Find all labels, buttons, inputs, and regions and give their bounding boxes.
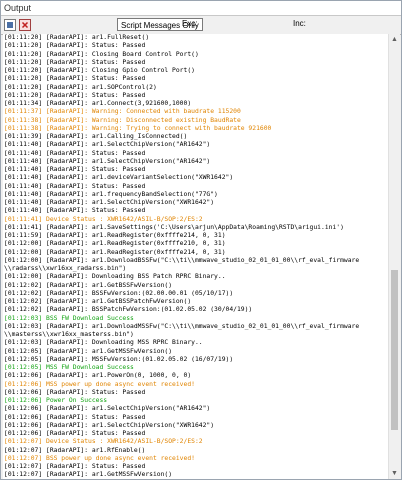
log-line: [01:11:20] [RadarAPI]: Closing Board Con… bbox=[4, 50, 199, 58]
log-line: \\masterss\\xwr16xx_masterss.bin") bbox=[4, 331, 134, 338]
scrollbar-thumb[interactable] bbox=[391, 270, 398, 430]
log-line: [01:12:05] MSS FW Download Success bbox=[4, 364, 134, 371]
log-line: [01:12:03] [RadarAPI]: Downloading MSS R… bbox=[4, 339, 203, 347]
clear-log-button[interactable] bbox=[19, 19, 31, 31]
log-line: [01:11:40] [RadarAPI]: Status: Passed bbox=[4, 166, 146, 173]
clear-log-icon bbox=[21, 21, 29, 29]
log-line: [01:11:20] [RadarAPI]: ar1.SOPControl(2) bbox=[4, 83, 157, 91]
log-line: [01:12:07] BSS power up done async event… bbox=[4, 454, 195, 462]
log-line: [01:12:02] [RadarAPI]: BSSFwVersion:(02.… bbox=[4, 289, 234, 297]
log-line: [01:11:39] [RadarAPI]: ar1.Calling_IsCon… bbox=[4, 133, 188, 140]
output-title-bar: Output bbox=[1, 1, 401, 16]
log-line: [01:12:07] Device Status : XWR1642/ASIL-… bbox=[4, 438, 203, 446]
log-line: [01:12:00] [RadarAPI]: Downloading BSS P… bbox=[4, 273, 226, 281]
log-line: [01:11:20] [RadarAPI]: Status: Passed bbox=[4, 75, 146, 83]
log-line: [01:12:05] [RadarAPI]: MSSFwVersion:(01.… bbox=[4, 355, 234, 363]
log-line: [01:11:41] [RadarAPI]: ar1.SaveSettings(… bbox=[4, 223, 344, 231]
log-line: [01:12:00] [RadarAPI]: ar1.DownloadBSSFw… bbox=[4, 256, 360, 264]
log-line: [01:12:02] [RadarAPI]: BSSPatchFwVersion… bbox=[4, 306, 253, 314]
log-line: [01:11:40] [RadarAPI]: Status: Passed bbox=[4, 207, 146, 215]
log-line: [01:11:40] [RadarAPI]: ar1.deviceVariant… bbox=[4, 174, 234, 182]
log-line: [01:11:20] [RadarAPI]: Status: Passed bbox=[4, 58, 146, 66]
log-line: [01:12:02] [RadarAPI]: ar1.GetBSSPatchFw… bbox=[4, 298, 192, 305]
log-line: [01:11:20] [RadarAPI]: ar1.FullReset() bbox=[4, 34, 150, 41]
log-line: [01:12:05] [RadarAPI]: ar1.GetMSSFwVersi… bbox=[4, 347, 173, 355]
log-line: [01:11:40] [RadarAPI]: Status: Passed bbox=[4, 149, 146, 157]
log-line: [01:11:37] [RadarAPI]: Warning: Connecte… bbox=[4, 108, 241, 116]
log-line: [01:11:41] Device Status : XWR1642/ASIL-… bbox=[4, 215, 203, 223]
log-line: [01:12:06] [RadarAPI]: Status: Passed bbox=[4, 413, 146, 421]
log-line: [01:12:06] [RadarAPI]: ar1.PowerOn(0, 10… bbox=[4, 372, 192, 380]
log-line: [01:12:06] [RadarAPI]: Status: Passed bbox=[4, 430, 146, 437]
log-line: [01:12:02] [RadarAPI]: ar1.GetBSSFwVersi… bbox=[4, 281, 173, 289]
log-line: [01:12:06] Power On Success bbox=[4, 397, 108, 404]
log-line: [01:12:07] [RadarAPI]: ar1.RfEnable() bbox=[4, 446, 146, 454]
include-filter-label: Inc: bbox=[293, 19, 306, 28]
log-line: [01:11:40] [RadarAPI]: Status: Passed bbox=[4, 182, 146, 190]
log-line: [01:11:38] [RadarAPI]: Warning: Disconne… bbox=[4, 116, 241, 124]
log-line: [01:12:07] [RadarAPI]: Status: Passed bbox=[4, 463, 146, 470]
log-line: [01:12:06] [RadarAPI]: ar1.SelectChipVer… bbox=[4, 421, 215, 429]
log-line: [01:11:34] [RadarAPI]: ar1.Connect(3,921… bbox=[4, 100, 192, 107]
log-line: [01:11:40] [RadarAPI]: ar1.SelectChipVer… bbox=[4, 157, 211, 165]
log-line: [01:11:20] [RadarAPI]: Closing Gpio Cont… bbox=[4, 67, 195, 74]
log-line: [01:11:40] [RadarAPI]: ar1.SelectChipVer… bbox=[4, 141, 211, 149]
log-line: [01:12:00] [RadarAPI]: ar1.ReadRegister(… bbox=[4, 240, 226, 248]
output-window: Output Script Messages Only Exc: Inc: [0… bbox=[0, 0, 402, 480]
window-title: Output bbox=[4, 3, 32, 13]
stop-log-button[interactable] bbox=[4, 19, 16, 31]
log-line: \\radarss\\xwr16xx_radarss.bin") bbox=[4, 265, 127, 272]
log-line: [01:12:06] MSS power up done async event… bbox=[4, 380, 195, 388]
log-line: [01:12:07] [RadarAPI]: ar1.GetMSSFwVersi… bbox=[4, 471, 173, 479]
log-line: [01:12:03] [RadarAPI]: ar1.DownloadMSSFw… bbox=[4, 322, 360, 330]
log-line: [01:11:20] [RadarAPI]: Status: Passed bbox=[4, 91, 146, 99]
log-line: [01:12:00] [RadarAPI]: ar1.ReadRegister(… bbox=[4, 248, 226, 256]
vertical-scrollbar[interactable]: ▲ ▼ bbox=[388, 34, 400, 479]
output-log[interactable]: [01:11:20] [RadarAPI]: ar1.FullReset() [0… bbox=[3, 34, 389, 479]
exclude-filter-label: Exc: bbox=[182, 19, 198, 28]
stop-log-icon bbox=[7, 22, 13, 28]
scroll-down-icon[interactable]: ▼ bbox=[389, 468, 400, 479]
scroll-up-icon[interactable]: ▲ bbox=[389, 34, 400, 45]
log-line: [01:11:40] [RadarAPI]: ar1.frequencyBand… bbox=[4, 190, 218, 198]
log-line: [01:12:06] [RadarAPI]: Status: Passed bbox=[4, 388, 146, 396]
log-line: [01:11:40] [RadarAPI]: ar1.SelectChipVer… bbox=[4, 199, 215, 206]
log-line: [01:11:38] [RadarAPI]: Warning: Trying t… bbox=[4, 124, 272, 132]
log-line: [01:12:06] [RadarAPI]: ar1.SelectChipVer… bbox=[4, 405, 211, 413]
log-line: [01:12:03] BSS FW Download Success bbox=[4, 314, 134, 322]
log-line: [01:11:59] [RadarAPI]: ar1.ReadRegister(… bbox=[4, 232, 226, 239]
output-toolbar: Script Messages Only Exc: Inc: bbox=[1, 16, 401, 35]
log-line: [01:11:20] [RadarAPI]: Status: Passed bbox=[4, 42, 146, 50]
